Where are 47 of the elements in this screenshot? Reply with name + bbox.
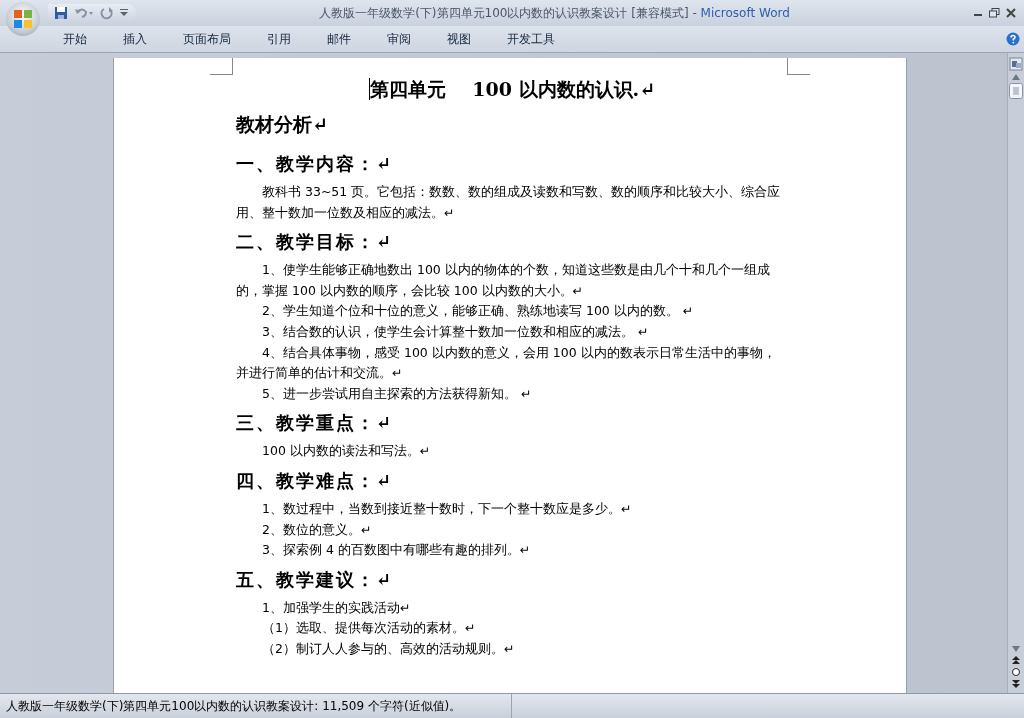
ribbon-tab[interactable]: 页面布局 <box>170 26 244 52</box>
close-icon[interactable] <box>1006 8 1016 18</box>
section-heading: 五、教学建议：↵ <box>236 567 395 592</box>
section-heading: 三、教学重点：↵ <box>236 411 395 436</box>
section-heading: 二、教学目标：↵ <box>236 230 395 255</box>
view-ruler-icon[interactable] <box>1009 57 1023 71</box>
paragraph: 1、使学生能够正确地数出 100 以内的物体的个数，知道这些数是由几个十和几个一组成的，掌握 100 以内数的顺序，会比较 100 以内数的大小。↵ <box>236 261 771 300</box>
ribbon-tab[interactable]: 开发工具 <box>494 26 568 52</box>
paragraph: 4、结合具体事物，感受 100 以内数的意义，会用 100 以内的数表示日常生活中的事物，并进行简单的估计和交流。↵ <box>236 343 777 383</box>
redo-icon[interactable] <box>100 6 114 20</box>
undo-icon[interactable] <box>74 6 94 20</box>
ribbon-tab[interactable]: 开始 <box>50 26 100 52</box>
previous-page-icon[interactable] <box>1011 655 1021 665</box>
restore-icon[interactable] <box>989 8 1000 18</box>
office-logo-icon <box>12 8 34 30</box>
customize-toolbar-icon[interactable] <box>120 8 128 18</box>
ribbon-tab[interactable]: 邮件 <box>314 26 364 52</box>
section-heading: 一、教学内容：↵ <box>236 152 395 176</box>
ribbon-tab[interactable]: 插入 <box>110 26 160 52</box>
document-heading: 教材分析↵ <box>236 112 329 137</box>
next-page-icon[interactable] <box>1011 679 1021 689</box>
ribbon-tab[interactable]: 审阅 <box>374 26 424 52</box>
browse-object-icon[interactable] <box>1011 667 1021 677</box>
paragraph: 3、结合数的认识，使学生会计算整十数加一位数和相应的减法。 ↵ <box>261 322 650 341</box>
window-title: 人教版一年级数学(下)第四单元100以内数的认识教案设计 [兼容模式] - Microsoft Word <box>318 4 791 22</box>
paragraph: 1、加强学生的实践活动↵ <box>261 598 412 617</box>
margin-corner-mark <box>787 58 810 75</box>
paragraph: 100 以内数的读法和写法。↵ <box>261 442 432 461</box>
help-icon[interactable] <box>1006 32 1020 46</box>
paragraph: （2）制订人人参与的、高效的活动规则。↵ <box>261 639 516 658</box>
status-text: 人教版一年级数学(下)第四单元100以内数的认识教案设计: 11,509 个字符(近似值)。 <box>6 697 462 715</box>
ribbon-tab[interactable]: 视图 <box>434 26 484 52</box>
paragraph: 教科书 33~51 页。它包括：数数、数的组成及读数和写数、数的顺序和比较大小、综合应用、整十数加一位数及相应的减法。↵ <box>236 183 782 222</box>
paragraph: 1、数过程中，当数到接近整十数时，下一个整十数应是多少。↵ <box>261 499 633 518</box>
paragraph: 3、探索例 4 的百数图中有哪些有趣的排列。↵ <box>261 541 532 560</box>
scrollbar-thumb[interactable] <box>1009 83 1023 99</box>
paragraph: 2、学生知道个位和十位的意义，能够正确、熟练地读写 100 以内的数。 ↵ <box>261 302 695 321</box>
scroll-up-icon[interactable] <box>1011 73 1021 81</box>
margin-corner-mark <box>210 58 233 75</box>
ribbon-tab[interactable]: 引用 <box>254 26 304 52</box>
document-title: 第四单元 100 以内数的认识.↵ <box>369 78 656 100</box>
save-icon[interactable] <box>54 6 68 20</box>
paragraph: 5、进一步尝试用自主探索的方法获得新知。 ↵ <box>261 384 533 403</box>
office-button[interactable] <box>6 2 40 36</box>
paragraph: （1）选取、提供每次活动的素材。↵ <box>261 619 477 638</box>
section-heading: 四、教学难点：↵ <box>236 468 395 493</box>
paragraph: 2、数位的意义。↵ <box>261 520 373 539</box>
